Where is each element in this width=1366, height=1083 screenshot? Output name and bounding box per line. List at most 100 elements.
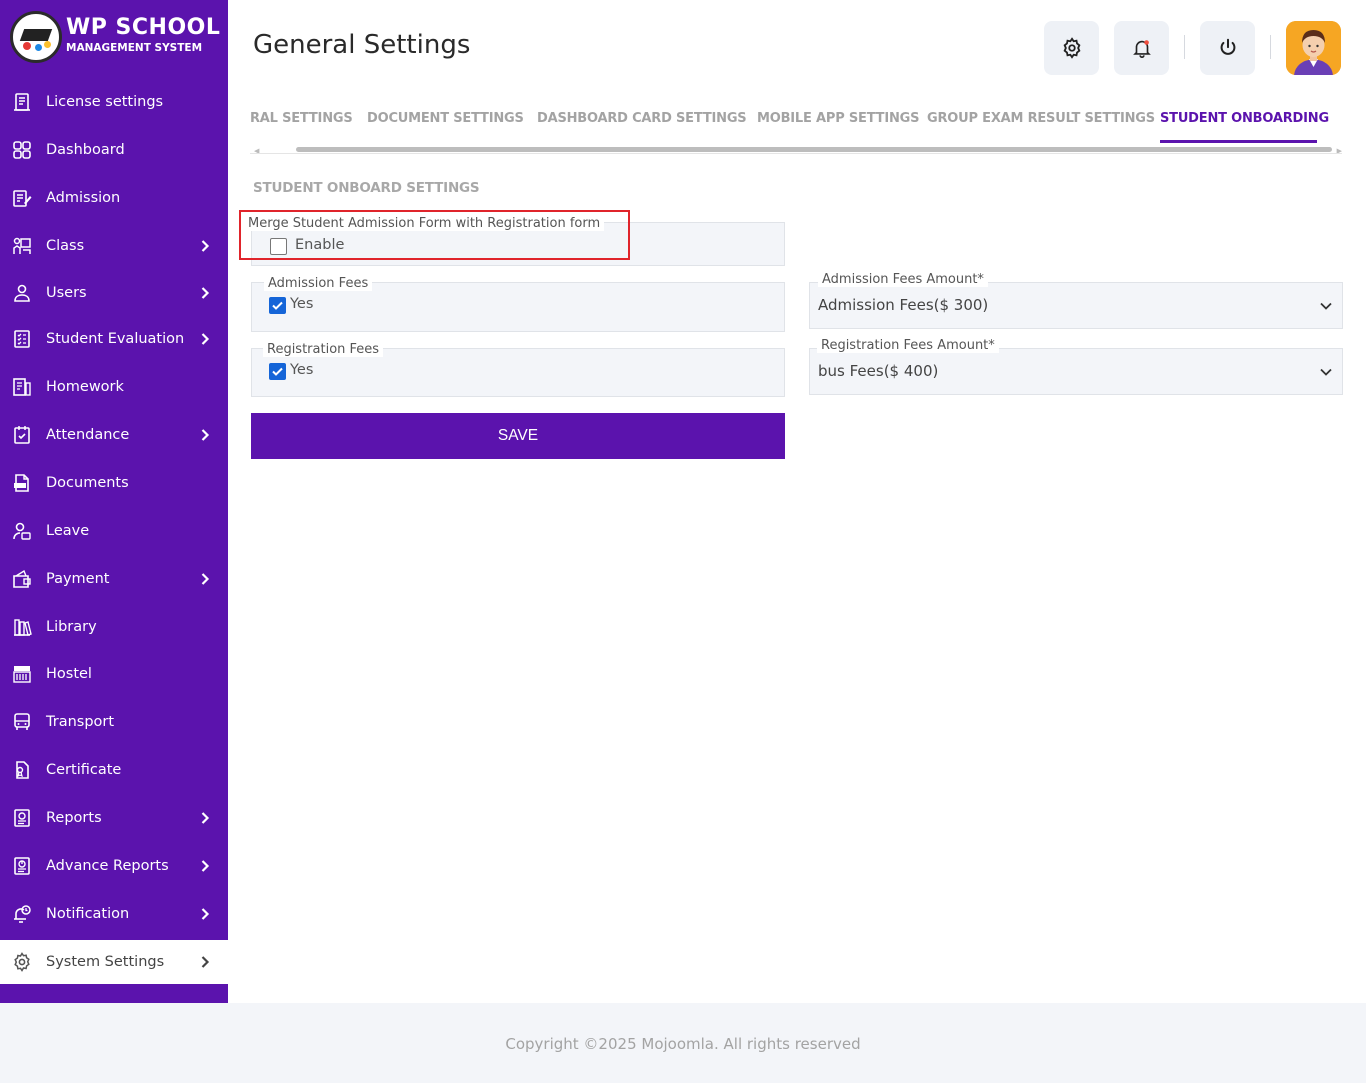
admission-fees-checkbox[interactable]	[269, 297, 286, 314]
brand-title: WP SCHOOL	[66, 15, 221, 40]
transport-icon	[12, 712, 32, 732]
sidebar-item-leave[interactable]: Leave	[0, 509, 228, 553]
chevron-right-icon[interactable]	[198, 572, 212, 586]
class-icon	[12, 236, 32, 256]
documents-icon	[12, 473, 32, 493]
advance-reports-icon	[12, 856, 32, 876]
admission-fees-amount-value[interactable]: Admission Fees($ 300)	[818, 296, 988, 314]
sidebar-item-library[interactable]: Library	[0, 605, 228, 649]
tab-mobile-app-settings[interactable]: MOBILE APP SETTINGS	[757, 111, 919, 126]
registration-fees-legend: Registration Fees	[263, 342, 384, 357]
license-icon	[12, 92, 32, 112]
sidebar-item-label: Advance Reports	[46, 858, 169, 874]
sidebar-item-advance-reports[interactable]: Advance Reports	[0, 844, 228, 888]
brand-subtitle: MANAGEMENT SYSTEM	[66, 42, 203, 54]
sidebar: WP SCHOOL MANAGEMENT SYSTEM License sett…	[0, 0, 228, 1003]
active-tab-indicator	[1160, 140, 1317, 143]
admission-fees-amount-legend: Admission Fees Amount*	[818, 272, 988, 287]
admission-fees-label: Yes	[290, 296, 314, 312]
sidebar-item-label: Certificate	[46, 762, 122, 778]
sidebar-item-label: Reports	[46, 810, 102, 826]
sidebar-item-system-settings[interactable]: System Settings	[0, 940, 228, 984]
admission-fees-legend: Admission Fees	[264, 276, 373, 291]
tab-general-settings[interactable]: RAL SETTINGS	[250, 111, 353, 126]
evaluation-icon	[12, 329, 32, 349]
chevron-right-icon[interactable]	[198, 811, 212, 825]
sidebar-item-certificate[interactable]: Certificate	[0, 748, 228, 792]
chevron-right-icon[interactable]	[198, 859, 212, 873]
header-divider	[1184, 35, 1185, 59]
tab-group-exam-result-settings[interactable]: GROUP EXAM RESULT SETTINGS	[927, 111, 1155, 126]
library-icon	[12, 617, 32, 637]
sidebar-item-admission[interactable]: Admission	[0, 176, 228, 220]
sidebar-item-label: Admission	[46, 190, 121, 206]
sidebar-item-label: License settings	[46, 94, 164, 110]
chevron-right-icon[interactable]	[198, 286, 212, 300]
sidebar-item-label: Library	[46, 619, 97, 635]
sidebar-item-payment[interactable]: Payment	[0, 557, 228, 601]
sidebar-item-class[interactable]: Class	[0, 224, 228, 268]
highlight-annotation	[239, 210, 630, 260]
sidebar-item-reports[interactable]: Reports	[0, 796, 228, 840]
chevron-right-icon[interactable]	[198, 428, 212, 442]
sidebar-item-label: Attendance	[46, 427, 130, 443]
sidebar-item-label: Notification	[46, 906, 130, 922]
sidebar-item-label: Dashboard	[46, 142, 125, 158]
sidebar-item-label: Payment	[46, 571, 110, 587]
tabs-divider	[250, 153, 1342, 154]
sidebar-item-label: Transport	[46, 714, 115, 730]
tab-student-onboarding[interactable]: STUDENT ONBOARDING	[1160, 111, 1329, 126]
sidebar-item-label: Student Evaluation	[46, 331, 185, 347]
user-icon	[12, 283, 32, 303]
section-title: STUDENT ONBOARD SETTINGS	[253, 180, 480, 196]
registration-fees-checkbox[interactable]	[269, 363, 286, 380]
settings-button[interactable]	[1044, 21, 1099, 75]
notification-button[interactable]	[1114, 21, 1169, 75]
footer: Copyright ©2025 Mojoomla. All rights res…	[0, 1003, 1366, 1083]
logo[interactable]: WP SCHOOL MANAGEMENT SYSTEM	[10, 11, 222, 63]
tab-dashboard-card-settings[interactable]: DASHBOARD CARD SETTINGS	[537, 111, 747, 126]
leave-icon	[12, 521, 32, 541]
chevron-right-icon[interactable]	[198, 332, 212, 346]
bell-icon	[1132, 40, 1151, 58]
gear-icon	[12, 952, 32, 972]
tabs-scrollbar[interactable]: ◀ ▶	[250, 145, 1342, 155]
sidebar-item-notification[interactable]: Notification	[0, 892, 228, 936]
sidebar-item-documents[interactable]: Documents	[0, 461, 228, 505]
registration-fees-amount-value[interactable]: bus Fees($ 400)	[818, 362, 938, 380]
sidebar-item-label: Homework	[46, 379, 124, 395]
attendance-icon	[12, 425, 32, 445]
chevron-down-icon[interactable]	[1318, 364, 1334, 380]
avatar[interactable]	[1286, 21, 1341, 75]
sidebar-item-transport[interactable]: Transport	[0, 700, 228, 744]
settings-tabs: RAL SETTINGS DOCUMENT SETTINGS DASHBOARD…	[250, 104, 1342, 155]
sidebar-item-label: Leave	[46, 523, 90, 539]
scrollbar-thumb[interactable]	[296, 147, 1332, 152]
sidebar-item-dashboard[interactable]: Dashboard	[0, 128, 228, 172]
sidebar-item-label: System Settings	[46, 954, 165, 970]
hostel-icon	[12, 664, 32, 684]
tab-document-settings[interactable]: DOCUMENT SETTINGS	[367, 111, 524, 126]
sidebar-item-license-settings[interactable]: License settings	[0, 80, 228, 124]
logo-emblem-icon	[10, 11, 62, 63]
sidebar-item-student-evaluation[interactable]: Student Evaluation	[0, 317, 228, 361]
gear-icon	[1063, 37, 1080, 59]
sidebar-item-homework[interactable]: Homework	[0, 365, 228, 409]
checkmark-icon	[272, 367, 283, 376]
homework-icon	[12, 377, 32, 397]
sidebar-item-attendance[interactable]: Attendance	[0, 413, 228, 457]
user-avatar-icon	[1286, 21, 1341, 75]
chevron-right-icon[interactable]	[198, 239, 212, 253]
copyright-text: Copyright ©2025 Mojoomla. All rights res…	[505, 1035, 861, 1053]
sidebar-item-users[interactable]: Users	[0, 271, 228, 315]
logout-button[interactable]	[1200, 21, 1255, 75]
certificate-icon	[12, 760, 32, 780]
chevron-down-icon[interactable]	[1318, 298, 1334, 314]
sidebar-item-label: Class	[46, 238, 85, 254]
sidebar-item-hostel[interactable]: Hostel	[0, 652, 228, 696]
checkmark-icon	[272, 301, 283, 310]
save-button[interactable]: SAVE	[251, 413, 785, 459]
reports-icon	[12, 808, 32, 828]
chevron-right-icon[interactable]	[198, 955, 212, 969]
chevron-right-icon[interactable]	[198, 907, 212, 921]
